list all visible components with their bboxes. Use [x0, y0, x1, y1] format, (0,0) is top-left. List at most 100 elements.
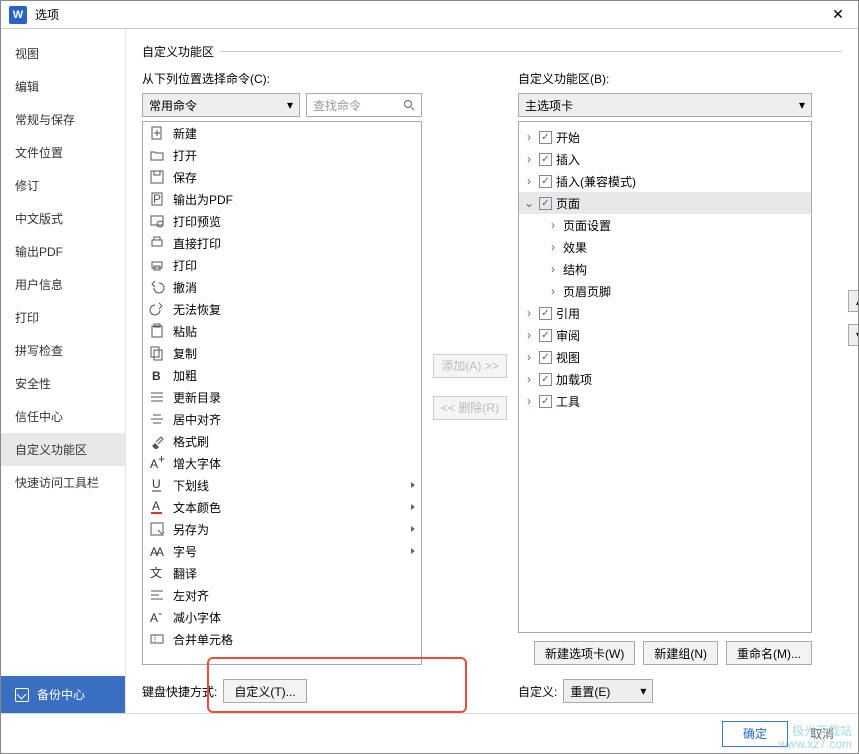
- tree-row[interactable]: ›✓工具: [519, 390, 811, 412]
- checkbox[interactable]: ✓: [539, 395, 552, 408]
- tree-twisty-icon[interactable]: ›: [523, 306, 535, 320]
- list-item[interactable]: 新建: [143, 122, 421, 144]
- tree-row[interactable]: ›✓插入: [519, 148, 811, 170]
- tree-row[interactable]: ›✓审阅: [519, 324, 811, 346]
- ribbon-tree[interactable]: ›✓开始›✓插入›✓插入(兼容模式)⌄✓页面›页面设置›效果›结构›页眉页脚›✓…: [518, 121, 812, 633]
- brush-icon: [149, 433, 165, 449]
- list-item[interactable]: U下划线: [143, 474, 421, 496]
- list-item[interactable]: A+增大字体: [143, 452, 421, 474]
- list-item[interactable]: 文翻译: [143, 562, 421, 584]
- tree-row[interactable]: ›结构: [519, 258, 811, 280]
- tree-twisty-icon[interactable]: ›: [523, 394, 535, 408]
- checkbox[interactable]: ✓: [539, 153, 552, 166]
- move-down-button[interactable]: ▾: [848, 324, 858, 346]
- app-icon: W: [9, 6, 27, 24]
- sidebar-item[interactable]: 拼写检查: [1, 334, 125, 367]
- new-tab-button[interactable]: 新建选项卡(W): [534, 641, 635, 665]
- list-item[interactable]: B加粗: [143, 364, 421, 386]
- tree-row[interactable]: ›效果: [519, 236, 811, 258]
- tree-row[interactable]: ›页面设置: [519, 214, 811, 236]
- tree-row[interactable]: ›页眉页脚: [519, 280, 811, 302]
- redo-icon: [149, 301, 165, 317]
- list-item[interactable]: 打印预览: [143, 210, 421, 232]
- tree-row[interactable]: ›✓引用: [519, 302, 811, 324]
- command-category-combo[interactable]: 常用命令 ▾: [142, 93, 300, 117]
- tree-twisty-icon[interactable]: ›: [523, 130, 535, 144]
- close-button[interactable]: ✕: [826, 3, 850, 27]
- reset-label: 自定义:: [518, 683, 557, 700]
- checkbox[interactable]: ✓: [539, 307, 552, 320]
- section-title: 自定义功能区: [142, 43, 842, 60]
- checkbox[interactable]: ✓: [539, 373, 552, 386]
- tree-row[interactable]: ›✓加载项: [519, 368, 811, 390]
- tree-twisty-icon[interactable]: ›: [523, 328, 535, 342]
- sidebar-item[interactable]: 输出PDF: [1, 235, 125, 268]
- sidebar-item[interactable]: 安全性: [1, 367, 125, 400]
- list-item[interactable]: A文本颜色: [143, 496, 421, 518]
- rename-button[interactable]: 重命名(M)...: [726, 641, 812, 665]
- sidebar-item[interactable]: 视图: [1, 37, 125, 70]
- footer: 确定 取消 极光下载站www.xz7.com: [1, 713, 858, 753]
- sidebar-item[interactable]: 快速访问工具栏: [1, 466, 125, 499]
- list-item[interactable]: 打开: [143, 144, 421, 166]
- list-item[interactable]: AA字号: [143, 540, 421, 562]
- list-item[interactable]: 居中对齐: [143, 408, 421, 430]
- list-item[interactable]: 复制: [143, 342, 421, 364]
- list-item[interactable]: 直接打印: [143, 232, 421, 254]
- undo-icon: [149, 279, 165, 295]
- list-item[interactable]: 无法恢复: [143, 298, 421, 320]
- tree-twisty-icon[interactable]: ›: [523, 372, 535, 386]
- tree-twisty-icon[interactable]: ›: [547, 218, 559, 232]
- backup-center-button[interactable]: 备份中心: [1, 676, 125, 713]
- titlebar: W 选项 ✕: [1, 1, 858, 29]
- tree-twisty-icon[interactable]: ›: [547, 284, 559, 298]
- checkbox[interactable]: ✓: [539, 175, 552, 188]
- list-item[interactable]: 另存为: [143, 518, 421, 540]
- list-item[interactable]: 粘贴: [143, 320, 421, 342]
- checkbox[interactable]: ✓: [539, 351, 552, 364]
- checkbox[interactable]: ✓: [539, 329, 552, 342]
- list-item[interactable]: A-减小字体: [143, 606, 421, 628]
- chevron-down-icon: ▾: [799, 98, 805, 112]
- list-item[interactable]: 更新目录: [143, 386, 421, 408]
- search-input[interactable]: 查找命令: [306, 93, 422, 117]
- tree-twisty-icon[interactable]: ›: [523, 152, 535, 166]
- tree-twisty-icon[interactable]: ⌄: [523, 196, 535, 210]
- command-listbox[interactable]: 新建打开保存P输出为PDF打印预览直接打印打印撤消无法恢复粘贴复制B加粗更新目录…: [142, 121, 422, 665]
- sidebar-item[interactable]: 信任中心: [1, 400, 125, 433]
- list-item[interactable]: 保存: [143, 166, 421, 188]
- tree-row[interactable]: ⌄✓页面: [519, 192, 811, 214]
- tree-row[interactable]: ›✓开始: [519, 126, 811, 148]
- sidebar-item[interactable]: 编辑: [1, 70, 125, 103]
- list-item[interactable]: 左对齐: [143, 584, 421, 606]
- customize-shortcuts-button[interactable]: 自定义(T)...: [223, 679, 306, 703]
- sidebar-item[interactable]: 中文版式: [1, 202, 125, 235]
- remove-button[interactable]: << 删除(R): [433, 396, 507, 420]
- list-item[interactable]: 合并单元格: [143, 628, 421, 650]
- list-item[interactable]: P输出为PDF: [143, 188, 421, 210]
- tree-twisty-icon[interactable]: ›: [523, 174, 535, 188]
- sidebar-item[interactable]: 打印: [1, 301, 125, 334]
- checkbox[interactable]: ✓: [539, 131, 552, 144]
- sidebar-item[interactable]: 用户信息: [1, 268, 125, 301]
- tree-twisty-icon[interactable]: ›: [547, 240, 559, 254]
- list-item[interactable]: 格式刷: [143, 430, 421, 452]
- checkbox[interactable]: ✓: [539, 197, 552, 210]
- sidebar-item[interactable]: 文件位置: [1, 136, 125, 169]
- reset-combo[interactable]: 重置(E) ▾: [563, 679, 653, 703]
- list-item[interactable]: 打印: [143, 254, 421, 276]
- move-up-button[interactable]: ▴: [848, 290, 858, 312]
- sidebar-item[interactable]: 修订: [1, 169, 125, 202]
- backup-label: 备份中心: [37, 686, 85, 703]
- tree-row[interactable]: ›✓插入(兼容模式): [519, 170, 811, 192]
- tree-twisty-icon[interactable]: ›: [523, 350, 535, 364]
- ribbon-scope-combo[interactable]: 主选项卡 ▾: [518, 93, 812, 117]
- sidebar-item[interactable]: 自定义功能区: [1, 433, 125, 466]
- list-item[interactable]: 撤消: [143, 276, 421, 298]
- tree-row[interactable]: ›✓视图: [519, 346, 811, 368]
- sidebar-item[interactable]: 常规与保存: [1, 103, 125, 136]
- add-button[interactable]: 添加(A) >>: [433, 354, 507, 378]
- dprint-icon: [149, 235, 165, 251]
- tree-twisty-icon[interactable]: ›: [547, 262, 559, 276]
- new-group-button[interactable]: 新建组(N): [643, 641, 718, 665]
